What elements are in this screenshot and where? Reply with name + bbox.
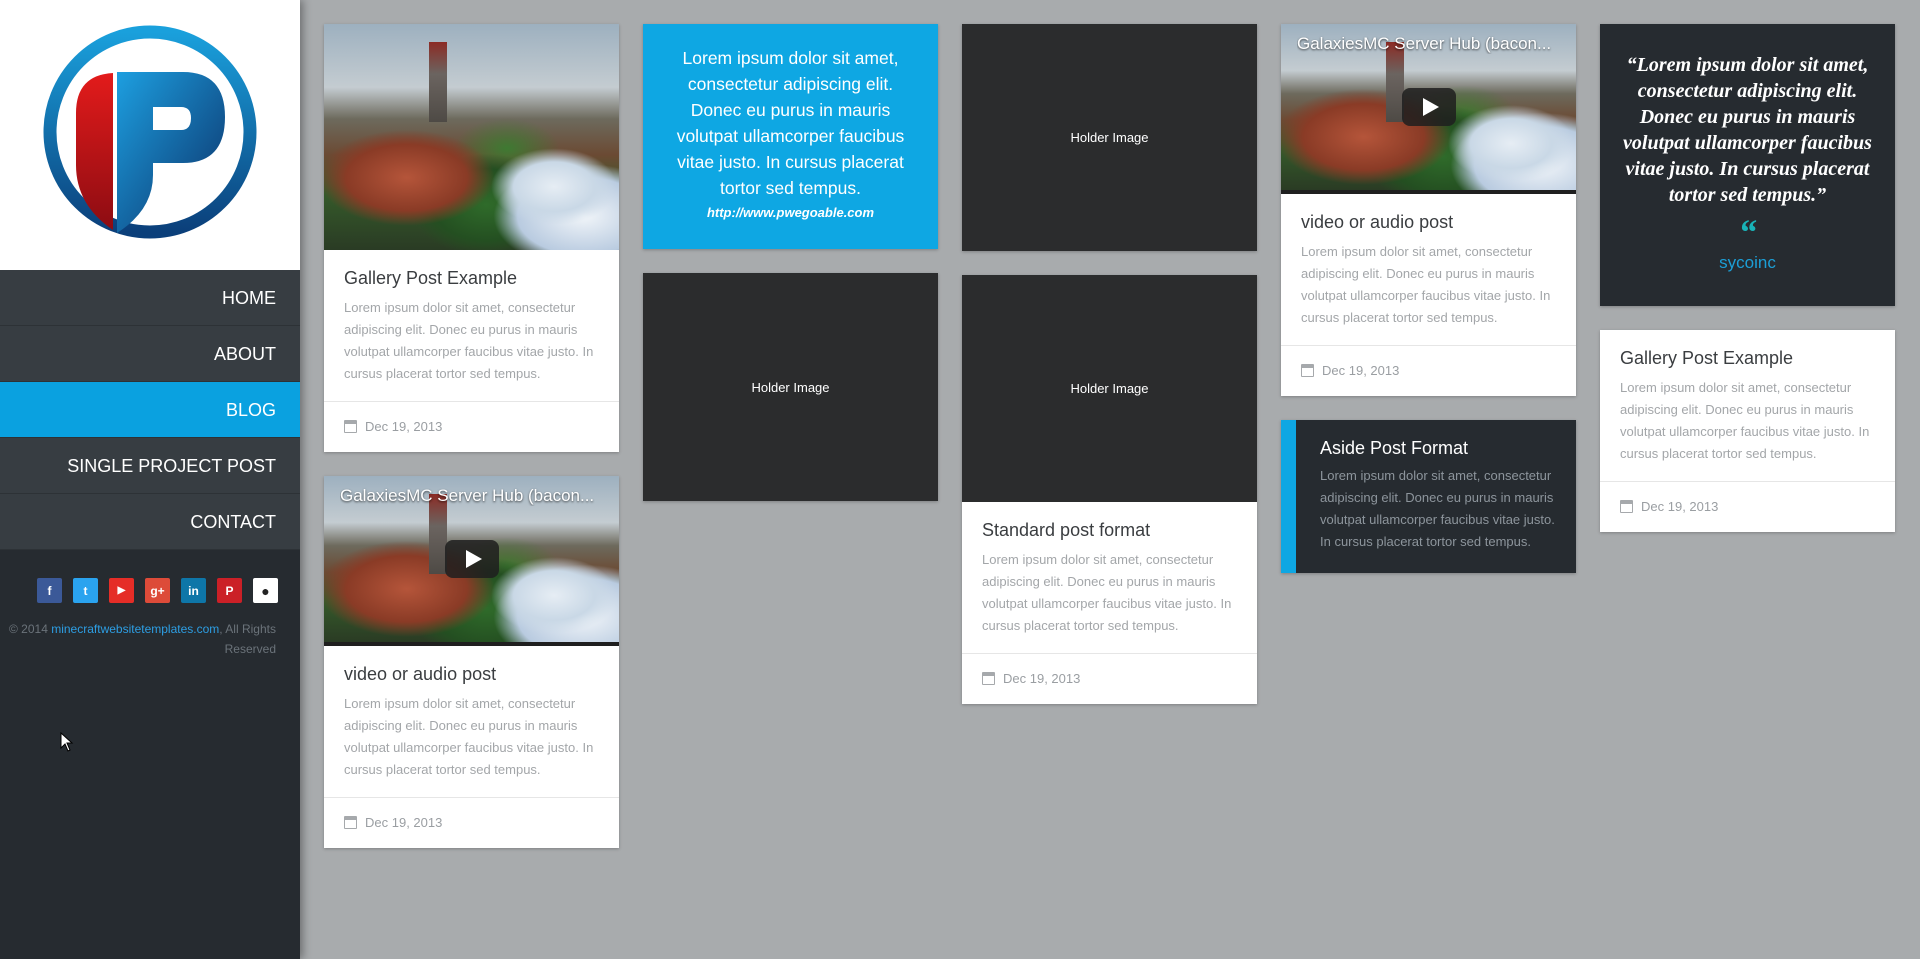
holder-image-label: Holder Image bbox=[1070, 381, 1149, 396]
post-title[interactable]: Aside Post Format bbox=[1320, 438, 1558, 459]
copyright: © 2014 minecraftwebsitetemplates.com, Al… bbox=[0, 603, 300, 659]
holder-image[interactable]: Holder Image bbox=[962, 275, 1257, 502]
play-icon[interactable] bbox=[444, 540, 499, 578]
logo[interactable] bbox=[0, 0, 300, 270]
standard-post-card[interactable]: Holder Image Standard post format Lorem … bbox=[962, 275, 1257, 704]
video-post-card[interactable]: GalaxiesMC Server Hub (bacon... video or… bbox=[324, 476, 619, 848]
post-excerpt: Lorem ipsum dolor sit amet, consectetur … bbox=[1320, 468, 1555, 549]
gallery-post-card[interactable]: Gallery Post Example Lorem ipsum dolor s… bbox=[1600, 330, 1895, 532]
column-4: GalaxiesMC Server Hub (bacon... video or… bbox=[1281, 24, 1576, 597]
quote-link[interactable]: http://www.pwegoable.com bbox=[665, 203, 916, 223]
post-title[interactable]: Gallery Post Example bbox=[344, 268, 599, 289]
calendar-icon bbox=[1620, 500, 1633, 513]
holder-image-card[interactable]: Holder Image bbox=[962, 24, 1257, 251]
post-meta: Dec 19, 2013 bbox=[1281, 345, 1576, 396]
video-post-card[interactable]: GalaxiesMC Server Hub (bacon... video or… bbox=[1281, 24, 1576, 396]
post-title[interactable]: video or audio post bbox=[1301, 212, 1556, 233]
nav-blog[interactable]: BLOG bbox=[0, 382, 300, 438]
copyright-link[interactable]: minecraftwebsitetemplates.com bbox=[51, 622, 219, 636]
sidebar: HOME ABOUT BLOG SINGLE PROJECT POST CONT… bbox=[0, 0, 300, 959]
post-date: Dec 19, 2013 bbox=[1003, 671, 1081, 686]
gallery-post-card[interactable]: Gallery Post Example Lorem ipsum dolor s… bbox=[324, 24, 619, 452]
quote-text: “Lorem ipsum dolor sit amet, consectetur… bbox=[1623, 54, 1872, 206]
quote-post-card[interactable]: Lorem ipsum dolor sit amet, consectetur … bbox=[643, 24, 938, 249]
post-title[interactable]: video or audio post bbox=[344, 664, 599, 685]
calendar-icon bbox=[344, 816, 357, 829]
gallery-image[interactable] bbox=[324, 24, 619, 250]
calendar-icon bbox=[344, 420, 357, 433]
linkedin-icon[interactable]: in bbox=[181, 578, 206, 603]
calendar-icon bbox=[982, 672, 995, 685]
nav-about[interactable]: ABOUT bbox=[0, 326, 300, 382]
video-player[interactable]: GalaxiesMC Server Hub (bacon... bbox=[1281, 24, 1576, 190]
aside-post-card[interactable]: Aside Post Format Lorem ipsum dolor sit … bbox=[1281, 420, 1576, 573]
post-meta: Dec 19, 2013 bbox=[962, 653, 1257, 704]
nav-single-project-post[interactable]: SINGLE PROJECT POST bbox=[0, 438, 300, 494]
column-5: “ Lorem ipsum dolor sit amet, consectetur… bbox=[1600, 24, 1895, 556]
tower-shape bbox=[429, 42, 447, 122]
quote-post-card[interactable]: “Lorem ipsum dolor sit amet, consectetur… bbox=[1600, 24, 1895, 306]
quote-author[interactable]: sycoinc bbox=[1620, 250, 1875, 276]
column-2: Lorem ipsum dolor sit amet, consectetur … bbox=[643, 24, 938, 525]
copyright-suffix: , All Rights Reserved bbox=[219, 622, 276, 656]
main-nav: HOME ABOUT BLOG SINGLE PROJECT POST CONT… bbox=[0, 270, 300, 550]
facebook-icon[interactable]: f bbox=[37, 578, 62, 603]
play-icon[interactable] bbox=[1401, 88, 1456, 126]
calendar-icon bbox=[1301, 364, 1314, 377]
nav-contact[interactable]: CONTACT bbox=[0, 494, 300, 550]
post-meta: Dec 19, 2013 bbox=[1600, 481, 1895, 532]
holder-image-label: Holder Image bbox=[1070, 130, 1149, 145]
post-excerpt: Lorem ipsum dolor sit amet, consectetur … bbox=[1620, 380, 1870, 461]
post-title[interactable]: Gallery Post Example bbox=[1620, 348, 1875, 369]
video-player[interactable]: GalaxiesMC Server Hub (bacon... bbox=[324, 476, 619, 642]
holder-image-label: Holder Image bbox=[751, 379, 830, 395]
youtube-icon[interactable]: ▶ bbox=[109, 578, 134, 603]
column-1: Gallery Post Example Lorem ipsum dolor s… bbox=[324, 24, 619, 872]
post-date: Dec 19, 2013 bbox=[365, 419, 443, 434]
post-excerpt: Lorem ipsum dolor sit amet, consectetur … bbox=[344, 300, 594, 381]
column-3: Holder Image Holder Image Standard post … bbox=[962, 24, 1257, 728]
copyright-prefix: © 2014 bbox=[9, 622, 48, 636]
pinterest-icon[interactable]: P bbox=[217, 578, 242, 603]
post-date: Dec 19, 2013 bbox=[1322, 363, 1400, 378]
post-excerpt: Lorem ipsum dolor sit amet, consectetur … bbox=[1301, 244, 1551, 325]
video-title[interactable]: GalaxiesMC Server Hub (bacon... bbox=[1297, 34, 1560, 54]
nav-home[interactable]: HOME bbox=[0, 270, 300, 326]
mouse-cursor-icon bbox=[60, 732, 74, 752]
quote-mark-icon: “ bbox=[1738, 212, 1757, 252]
post-date: Dec 19, 2013 bbox=[1641, 499, 1719, 514]
post-title[interactable]: Standard post format bbox=[982, 520, 1237, 541]
holder-image-card[interactable]: Holder Image bbox=[643, 273, 938, 501]
twitter-icon[interactable]: t bbox=[73, 578, 98, 603]
logo-icon bbox=[43, 25, 257, 239]
post-meta: Dec 19, 2013 bbox=[324, 797, 619, 848]
social-links: f t ▶ g+ in P ● bbox=[0, 550, 300, 603]
google-plus-icon[interactable]: g+ bbox=[145, 578, 170, 603]
post-date: Dec 19, 2013 bbox=[365, 815, 443, 830]
post-meta: Dec 19, 2013 bbox=[324, 401, 619, 452]
post-excerpt: Lorem ipsum dolor sit amet, consectetur … bbox=[982, 552, 1232, 633]
video-title[interactable]: GalaxiesMC Server Hub (bacon... bbox=[340, 486, 603, 506]
quote-text: Lorem ipsum dolor sit amet, consectetur … bbox=[676, 48, 905, 198]
github-icon[interactable]: ● bbox=[253, 578, 278, 603]
post-excerpt: Lorem ipsum dolor sit amet, consectetur … bbox=[344, 696, 594, 777]
